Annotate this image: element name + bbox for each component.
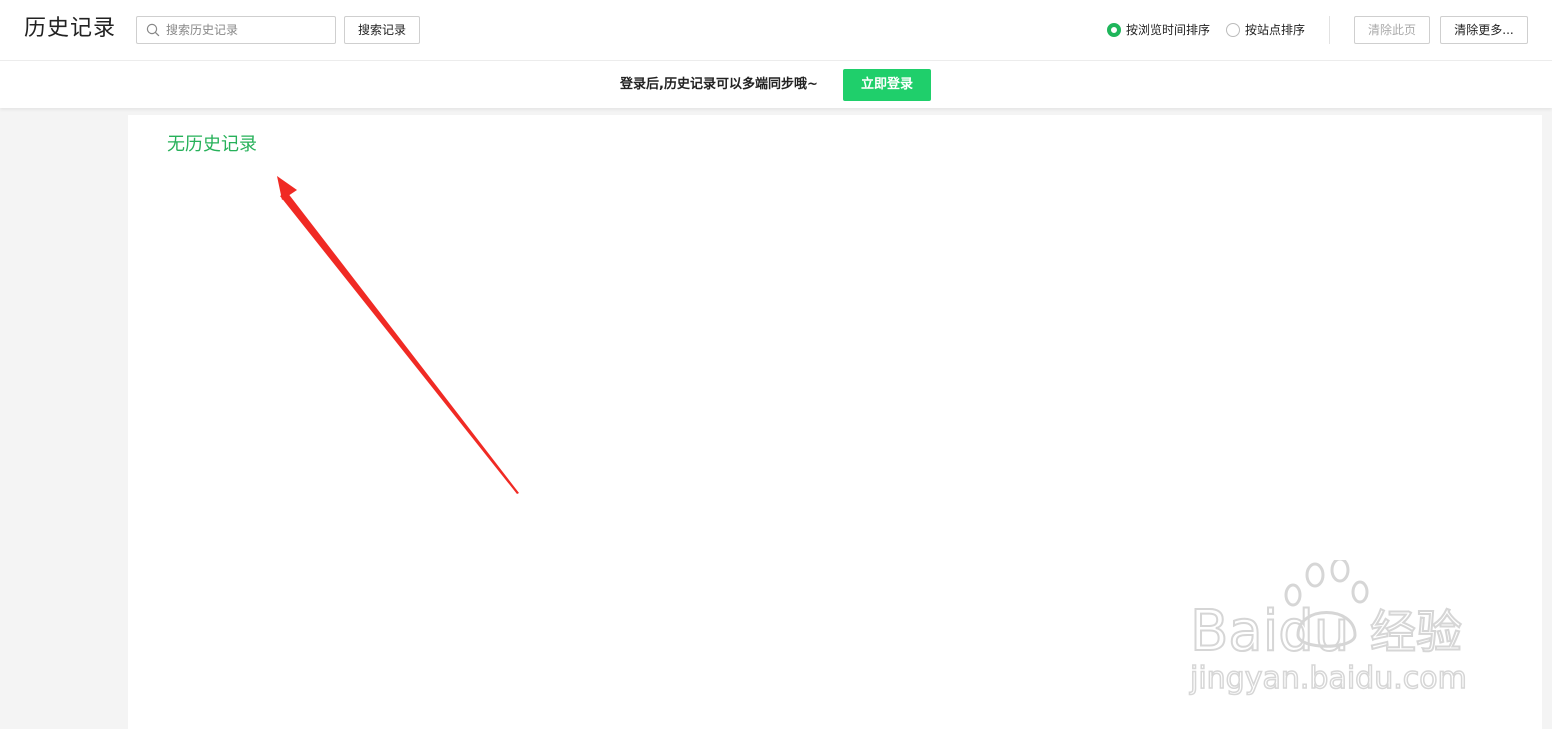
- history-content-panel: 无历史记录: [128, 115, 1542, 729]
- sort-by-time-radio[interactable]: 按浏览时间排序: [1107, 22, 1213, 38]
- login-sync-tip: 登录后,历史记录可以多端同步哦~: [620, 77, 818, 92]
- login-banner: 登录后,历史记录可以多端同步哦~ 立即登录: [0, 61, 1552, 108]
- header-divider: [1329, 16, 1330, 44]
- radio-checked-icon: [1107, 23, 1121, 37]
- search-records-button[interactable]: 搜索记录: [344, 16, 420, 44]
- login-now-button[interactable]: 立即登录: [843, 69, 931, 101]
- empty-history-message: 无历史记录: [167, 134, 257, 155]
- page-title: 历史记录: [24, 16, 117, 41]
- search-icon: [146, 23, 160, 37]
- clear-this-page-button[interactable]: 清除此页: [1354, 16, 1430, 44]
- clear-more-button[interactable]: 清除更多...: [1440, 16, 1528, 44]
- search-input[interactable]: [166, 20, 331, 40]
- sort-by-site-radio[interactable]: 按站点排序: [1226, 22, 1308, 38]
- radio-unchecked-icon: [1226, 23, 1240, 37]
- header-bar: 历史记录 搜索记录 按浏览时间排序 按站点排序 清除此页 清除更多...: [0, 0, 1552, 61]
- sort-by-site-label: 按站点排序: [1245, 23, 1306, 37]
- search-box[interactable]: [136, 16, 336, 44]
- sort-by-time-label: 按浏览时间排序: [1126, 23, 1211, 37]
